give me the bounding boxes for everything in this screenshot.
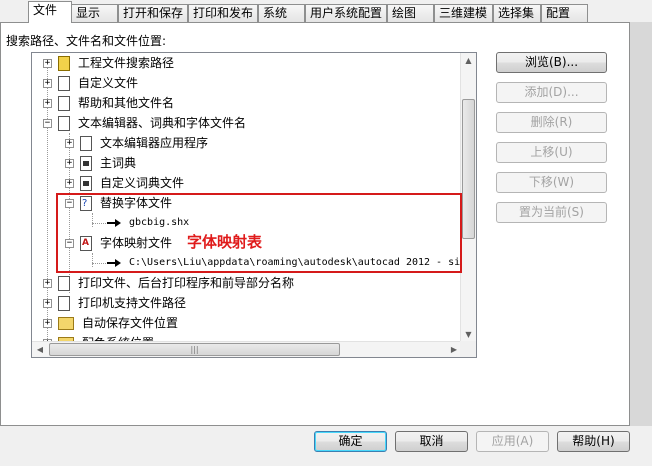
tree-item-help-files[interactable]: + 帮助和其他文件名 (43, 93, 174, 113)
scroll-left-icon[interactable]: ◀ (32, 342, 48, 357)
tab-selection[interactable]: 选择集 (493, 4, 541, 23)
horizontal-scrollbar[interactable]: ◀ ||| ▶ (32, 341, 462, 357)
browse-button[interactable]: 浏览(B)... (496, 52, 607, 73)
project-file-icon (58, 55, 70, 71)
tree-item-print-file[interactable]: + 打印文件、后台打印程序和前导部分名称 (43, 273, 294, 293)
text-editor-icon (80, 135, 92, 151)
tree-item-label: 打印文件、后台打印程序和前导部分名称 (78, 276, 295, 290)
expand-icon[interactable]: + (43, 78, 52, 88)
tree-item-custom-dictionary[interactable]: + 自定义词典文件 (65, 173, 184, 193)
tab-profiles[interactable]: 配置 (541, 4, 588, 23)
document-icon (58, 95, 70, 111)
tree-item-project-paths[interactable]: + 工程文件搜索路径 (43, 53, 174, 73)
tab-user-preferences[interactable]: 用户系统配置 (305, 4, 387, 23)
add-button[interactable]: 添加(D)... (496, 82, 607, 103)
collapse-icon[interactable]: − (43, 118, 52, 128)
tab-drafting[interactable]: 绘图 (387, 4, 434, 23)
dictionary-icon (80, 155, 92, 171)
set-current-button[interactable]: 置为当前(S) (496, 202, 607, 223)
font-map-annotation: 字体映射表 (187, 233, 263, 251)
tree-caption: 搜索路径、文件名和文件位置: (6, 34, 167, 48)
tree-item-autosave-location[interactable]: + 自动保存文件位置 (43, 313, 178, 333)
expand-icon[interactable]: + (65, 138, 74, 148)
tree-item-label: 主词典 (100, 156, 137, 170)
window-edge (630, 22, 652, 426)
tab-3d-modeling[interactable]: 三维建模 (434, 4, 493, 23)
move-down-button[interactable]: 下移(W) (496, 172, 607, 193)
tree-item-label: 工程文件搜索路径 (78, 56, 175, 70)
tab-files[interactable]: 文件 (28, 1, 72, 23)
expand-icon[interactable]: + (43, 98, 52, 108)
scroll-up-icon[interactable]: ▲ (461, 53, 476, 69)
expand-icon[interactable]: + (43, 298, 52, 308)
scroll-corner (460, 341, 476, 357)
vertical-scroll-thumb[interactable] (462, 99, 475, 239)
expand-icon[interactable]: + (43, 58, 52, 68)
document-icon (58, 75, 70, 91)
dictionary-icon (80, 175, 92, 191)
expand-icon[interactable]: + (65, 158, 74, 168)
cancel-button[interactable]: 取消 (395, 431, 468, 452)
tab-plot-publish[interactable]: 打印和发布 (188, 4, 258, 23)
tree-item-label: 文本编辑器应用程序 (100, 136, 209, 150)
tree-item-label: 帮助和其他文件名 (78, 96, 175, 110)
move-up-button[interactable]: 上移(U) (496, 142, 607, 163)
delete-button[interactable]: 删除(R) (496, 112, 607, 133)
tree-item-label: 自定义文件 (78, 76, 139, 90)
tree-item-label: 自动保存文件位置 (82, 316, 179, 330)
tree-item-customization-files[interactable]: + 自定义文件 (43, 73, 138, 93)
tree-item-text-editor-dictionary-font[interactable]: − 文本编辑器、词典和字体文件名 (43, 113, 246, 133)
tree-item-label: 打印机支持文件路径 (78, 296, 187, 310)
documents-icon (58, 115, 70, 131)
tree-item-label: 自定义词典文件 (100, 176, 185, 190)
vertical-scrollbar[interactable]: ▲ ▼ (460, 53, 476, 343)
tab-strip: 文件 显示 打开和保存 打印和发布 系统 用户系统配置 绘图 三维建模 选择集 … (0, 0, 652, 23)
horizontal-scroll-thumb[interactable]: ||| (49, 343, 340, 356)
apply-button[interactable]: 应用(A) (476, 431, 549, 452)
folder-icon (58, 316, 74, 330)
expand-icon[interactable]: + (43, 318, 52, 328)
expand-icon[interactable]: + (43, 278, 52, 288)
document-icon (58, 275, 70, 291)
ok-button[interactable]: 确定 (314, 431, 387, 452)
tree-item-label: 文本编辑器、词典和字体文件名 (78, 116, 247, 130)
tree-item-main-dictionary[interactable]: + 主词典 (65, 153, 136, 173)
tab-system[interactable]: 系统 (258, 4, 305, 23)
tree-item-printer-support[interactable]: + 打印机支持文件路径 (43, 293, 186, 313)
tab-display[interactable]: 显示 (71, 4, 118, 23)
tab-open-save[interactable]: 打开和保存 (118, 4, 188, 23)
document-icon (58, 295, 70, 311)
tree-item-text-editor-app[interactable]: + 文本编辑器应用程序 (65, 133, 208, 153)
expand-icon[interactable]: + (65, 178, 74, 188)
help-button[interactable]: 帮助(H) (557, 431, 630, 452)
